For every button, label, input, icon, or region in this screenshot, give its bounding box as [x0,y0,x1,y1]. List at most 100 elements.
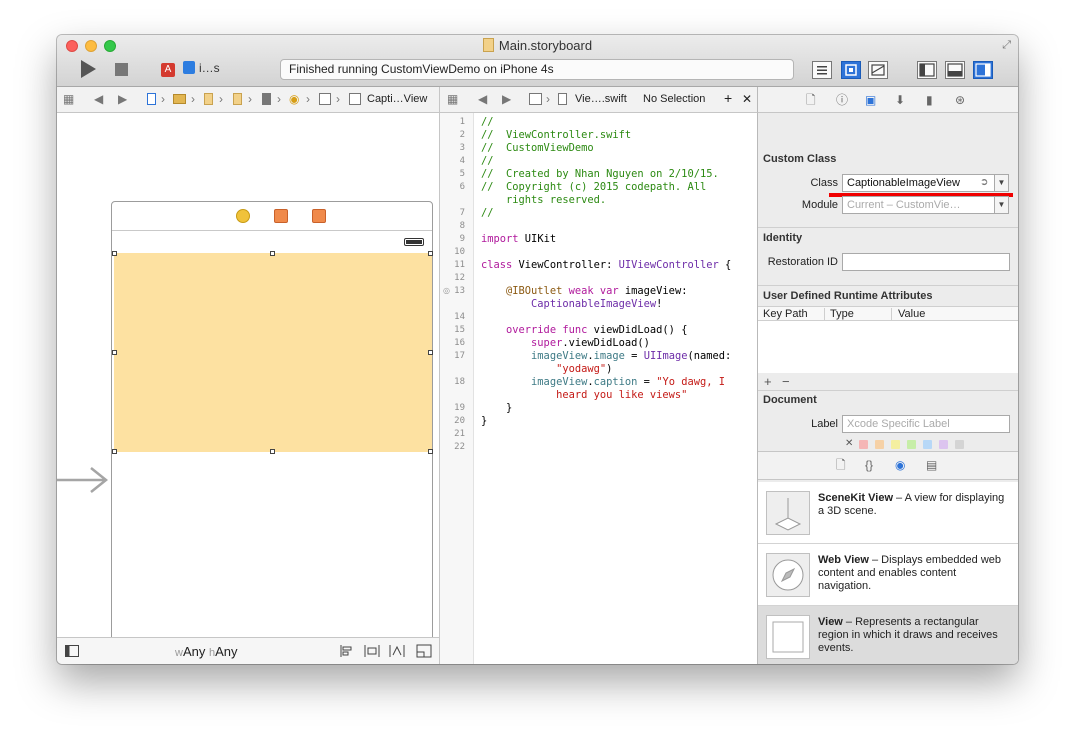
image-view-icon[interactable] [349,93,361,105]
file-inspector-icon[interactable]: 🗋 [806,93,816,107]
color-swatch[interactable] [923,440,932,449]
chevron-right-icon: › [336,92,340,106]
color-swatch[interactable] [875,440,884,449]
view-controller-icon[interactable]: ◉ [289,91,299,107]
run-button[interactable] [81,60,96,78]
remove-attribute-button[interactable]: − [782,374,790,389]
right-pane-icon [975,63,991,77]
color-swatch[interactable] [859,440,868,449]
resize-handle[interactable] [270,449,275,454]
code-snippet-library-icon[interactable]: {} [865,458,873,472]
related-items-icon[interactable]: ▦ [63,91,74,107]
library-item-web-view[interactable]: Web View – Displays embedded web content… [758,544,1018,606]
view-controller-icon[interactable] [236,209,250,223]
back-arrow-icon[interactable]: ◀ [478,91,487,107]
breadcrumb-current-item[interactable]: Capti…View [367,92,427,106]
captionable-image-view[interactable] [114,253,432,452]
pin-icon[interactable] [364,644,380,658]
assistant-selection[interactable]: No Selection [643,92,705,106]
color-swatch[interactable] [939,440,948,449]
document-outline-toggle-icon[interactable] [65,645,79,657]
assistant-code-editor[interactable]: 1 2 3 4 5 6 7 9 8 10 11 12 13 14 15 16 1… [440,113,758,664]
code-line-outlet: @IBOutlet weak var imageView: [481,285,688,297]
first-responder-icon[interactable] [274,209,288,223]
color-swatch[interactable] [907,440,916,449]
resize-handle[interactable] [428,251,433,256]
size-inspector-icon[interactable]: ▮ [926,93,933,107]
related-items-icon[interactable]: ▦ [447,91,458,107]
close-assistant-editor-button[interactable]: ✕ [742,92,752,106]
battery-icon [404,238,424,246]
chevron-right-icon: › [546,92,550,106]
runtime-attributes-table[interactable] [758,321,1018,373]
module-field[interactable]: Current – CustomVie… [842,196,995,214]
clear-color-button[interactable]: ✕ [845,438,853,449]
resize-handle[interactable] [270,251,275,256]
left-pane-icon [919,63,935,77]
storyboard-jump-bar: ▦ ◀ ▶ › › › › › ◉ › › Capti…View [57,87,440,113]
library-item-view[interactable]: View – Represents a rectangular region i… [758,606,1018,664]
swift-file-icon[interactable] [558,93,567,105]
folder-icon[interactable] [173,94,186,104]
identity-inspector-icon[interactable]: ▣ [865,93,876,107]
library-item-scenekit-view[interactable]: SceneKit View – A view for displaying a … [758,482,1018,544]
code-line-super: super.viewDidLoad() [481,337,650,349]
scheme-selector[interactable]: Ai…s [161,61,220,77]
assistant-file-name[interactable]: Vie….swift [575,92,627,106]
resize-handle[interactable] [428,449,433,454]
resizing-behavior-icon[interactable] [416,644,432,658]
project-file-icon[interactable] [147,93,156,105]
resize-handle[interactable] [112,449,117,454]
automatic-mode-icon[interactable] [529,93,542,105]
module-dropdown-button[interactable]: ▼ [994,196,1009,214]
assistant-editor-button[interactable] [841,61,861,79]
resolve-auto-layout-icon[interactable] [389,644,405,658]
fullscreen-icon[interactable]: ⤢ [1002,39,1011,52]
storyboard-icon[interactable] [204,93,213,105]
document-title: Document [763,394,817,406]
scene-icon[interactable] [262,93,271,105]
navigator-toggle-button[interactable] [917,61,937,79]
quick-help-icon[interactable]: ⓘ [836,93,848,107]
outlet-connection-icon[interactable]: ◎ [443,286,450,295]
resize-handle[interactable] [112,251,117,256]
storyboard-icon[interactable] [233,93,242,105]
class-dropdown-button[interactable]: ▼ [994,174,1009,192]
resize-handle[interactable] [112,350,117,355]
back-arrow-icon[interactable]: ◀ [94,91,103,107]
view-icon[interactable] [319,93,331,105]
code-line-outlet-type: CaptionableImageView! [481,298,663,310]
color-swatch[interactable] [891,440,900,449]
stop-button[interactable] [115,63,128,76]
media-library-icon[interactable]: ▤ [926,458,937,472]
version-editor-button[interactable] [868,61,888,79]
color-swatch[interactable] [955,440,964,449]
size-class-control[interactable]: wAny hAny [175,644,238,659]
utilities-toggle-button[interactable] [973,61,993,79]
align-icon[interactable] [339,644,353,658]
class-field[interactable]: CaptionableImageView [842,174,995,192]
go-to-class-icon[interactable]: ➲ [980,177,988,188]
view-controller-scene[interactable] [111,201,433,637]
initial-scene-arrow-icon [57,467,109,493]
debug-toggle-button[interactable] [945,61,965,79]
exit-icon[interactable] [312,209,326,223]
view-object-icon [766,615,810,659]
forward-arrow-icon[interactable]: ▶ [502,91,511,107]
assistant-jump-bar: ▦ ◀ ▶ › Vie….swift No Selection + ✕ [440,87,758,113]
connections-inspector-icon[interactable]: ⊛ [955,93,965,107]
resize-handle[interactable] [428,350,433,355]
attributes-inspector-icon[interactable]: ⬇ [895,93,905,107]
storyboard-canvas[interactable] [57,113,440,637]
code-line-override: override func viewDidLoad() { [481,324,688,336]
object-library-icon[interactable]: ◉ [895,458,905,472]
file-template-library-icon[interactable]: 🗋 [836,458,846,472]
identity-title: Identity [763,232,803,244]
document-label-field[interactable]: Xcode Specific Label [842,415,1010,433]
standard-editor-button[interactable] [812,61,832,79]
add-attribute-button[interactable]: + [764,374,772,389]
add-assistant-editor-button[interactable]: + [724,91,732,105]
restoration-id-field[interactable] [842,253,1010,271]
bottom-pane-icon [947,63,963,77]
forward-arrow-icon[interactable]: ▶ [118,91,127,107]
